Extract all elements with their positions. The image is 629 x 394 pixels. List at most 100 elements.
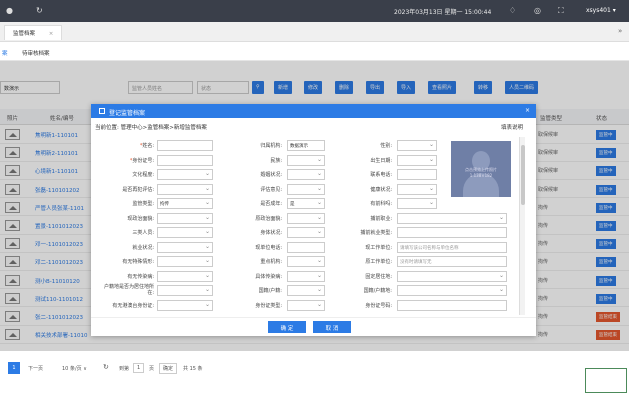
register-archive-modal: 登记监管档案 × 当前位置: 管理中心>监管档案>新增监管档案 填表说明 *姓名… [91,104,536,336]
field-label-text: 现工作单位: [365,244,392,251]
select-field[interactable] [287,169,325,180]
select-field[interactable] [397,154,437,166]
field-label: 户籍地是否为居住地所 在: [91,284,154,296]
text-field[interactable] [157,140,213,151]
modal-scrollbar[interactable] [519,137,525,315]
select-field[interactable] [287,256,325,267]
select-field[interactable] [287,285,325,296]
field-label: 捕前就业类型: [329,229,392,236]
select-field[interactable] [287,154,325,166]
select-field[interactable] [287,270,325,282]
select-field[interactable] [157,241,213,253]
field-label-text: 性别: [380,143,392,149]
select-field[interactable] [157,299,213,311]
text-field[interactable]: 数据演示 [287,140,325,151]
select-field[interactable] [157,270,213,282]
select-field[interactable] [157,227,213,238]
select-field[interactable]: 是 [287,198,325,209]
field-label-text: 健康状况: [370,186,392,193]
text-field[interactable] [287,241,325,253]
field-label: 有无港澳台身份证: [91,302,154,309]
fullscreen-icon[interactable]: ⛶ [558,6,564,16]
select-field[interactable] [397,212,507,224]
select-field[interactable] [157,256,213,267]
text-field[interactable]: 没有时请填写无 [397,256,507,267]
form-row: 监管类型:拘传 是否成年: 是 有前科吗: [91,198,511,211]
selection-box [585,368,627,393]
form-row: 户籍地是否为居住地所 在: 国籍/户籍: 国籍/户籍地: [91,284,511,298]
select-field[interactable] [287,227,325,238]
field-label: 身体状况: [219,229,282,236]
select-field[interactable] [397,285,507,296]
select-field[interactable]: 拘传 [157,198,213,209]
field-label: 固定居住地: [329,273,392,280]
field-label: *姓名: [91,142,154,149]
field-label-text: 身份证号: [132,157,154,164]
modal-title: 登记监管档案 [109,110,146,117]
field-label: 民族: [219,157,282,164]
field-label-text: 现政治面貌: [127,215,154,222]
select-field[interactable] [287,299,325,311]
select-field[interactable] [397,270,507,282]
goto-confirm-button[interactable]: 确定 [159,363,178,374]
close-icon[interactable]: × [525,107,530,114]
total-count: 共 15 条 [183,366,203,372]
field-label: 有无特殊情形: [91,258,154,265]
tab-supervision-archive[interactable]: 监管档案 × [4,25,63,40]
scroll-thumb[interactable] [521,145,525,205]
field-label: 原政治面貌: [219,215,282,222]
subtab-archive[interactable]: 案 [2,49,8,57]
confirm-button[interactable]: 确 定 [268,321,306,333]
tab-close-icon[interactable]: × [49,31,54,37]
text-field[interactable] [397,227,507,238]
field-label-text: 捕前就业类型: [360,230,392,236]
form-row: *身份证号: 民族: 出生日期: [91,154,511,168]
photo-upload[interactable]: 点击预览上传照片 1.138×182 [451,141,511,197]
fill-instructions-link[interactable]: 填表说明 [501,123,523,131]
text-field[interactable]: 请填写该公司名称与单位名称 [397,241,507,253]
select-field[interactable] [397,183,437,195]
select-field[interactable] [157,183,213,195]
field-label-text: 身体状况: [260,230,282,236]
page-size-select[interactable]: 10 条/页 ∨ [62,365,87,372]
select-field[interactable] [157,169,213,180]
refresh-icon[interactable]: ↻ [36,6,43,15]
field-label-text: 姓名: [142,143,154,149]
next-page[interactable]: 下一页 [28,365,43,372]
field-label: 现单位电话: [219,244,282,251]
select-field[interactable] [157,285,213,296]
user-menu[interactable]: xsys401 ▾ [586,7,616,14]
field-label: 三类人员: [91,229,154,236]
circle-icon[interactable]: ● [6,6,13,15]
form-row: 是否再犯评估: 评估意见: 健康状况: [91,183,511,197]
select-field[interactable] [157,212,213,224]
field-label: 监管类型: [91,200,154,207]
modal-footer: 确 定 取 消 [91,317,536,336]
select-field[interactable] [397,198,437,209]
field-label: 婚姻状况: [219,171,282,178]
field-label: 现政治面貌: [91,215,154,222]
text-field[interactable] [397,299,507,311]
chevron-right-icon[interactable]: » [618,27,622,35]
text-field[interactable] [157,154,213,166]
select-field[interactable] [287,212,325,224]
field-label-text: 固定居住地: [365,273,392,280]
form-row: 文化程度: 婚姻状况: 联系电话: [91,169,511,182]
form-row: 有无传染病: 具体传染病: 固定居住地: [91,270,511,284]
goto-input[interactable]: 1 [133,363,145,373]
select-field[interactable] [397,140,437,151]
headset-icon[interactable]: ◎ [534,6,541,15]
bell-icon[interactable]: ♢ [509,6,516,15]
page-current[interactable]: 1 [8,362,20,374]
subtab-pending[interactable]: 待审核档案 [22,49,50,57]
text-field[interactable] [397,169,437,180]
field-label: *身份证号: [91,157,154,164]
cancel-button[interactable]: 取 消 [313,321,351,333]
form-row: 三类人员: 身体状况: 捕前就业类型: [91,227,511,240]
field-label: 性别: [329,142,392,149]
field-label: 具体传染病: [219,273,282,280]
field-label-text: 原政治面貌: [255,215,282,222]
field-label: 有无传染病: [91,273,154,280]
refresh-icon[interactable]: ↻ [103,363,109,371]
select-field[interactable] [287,183,325,195]
